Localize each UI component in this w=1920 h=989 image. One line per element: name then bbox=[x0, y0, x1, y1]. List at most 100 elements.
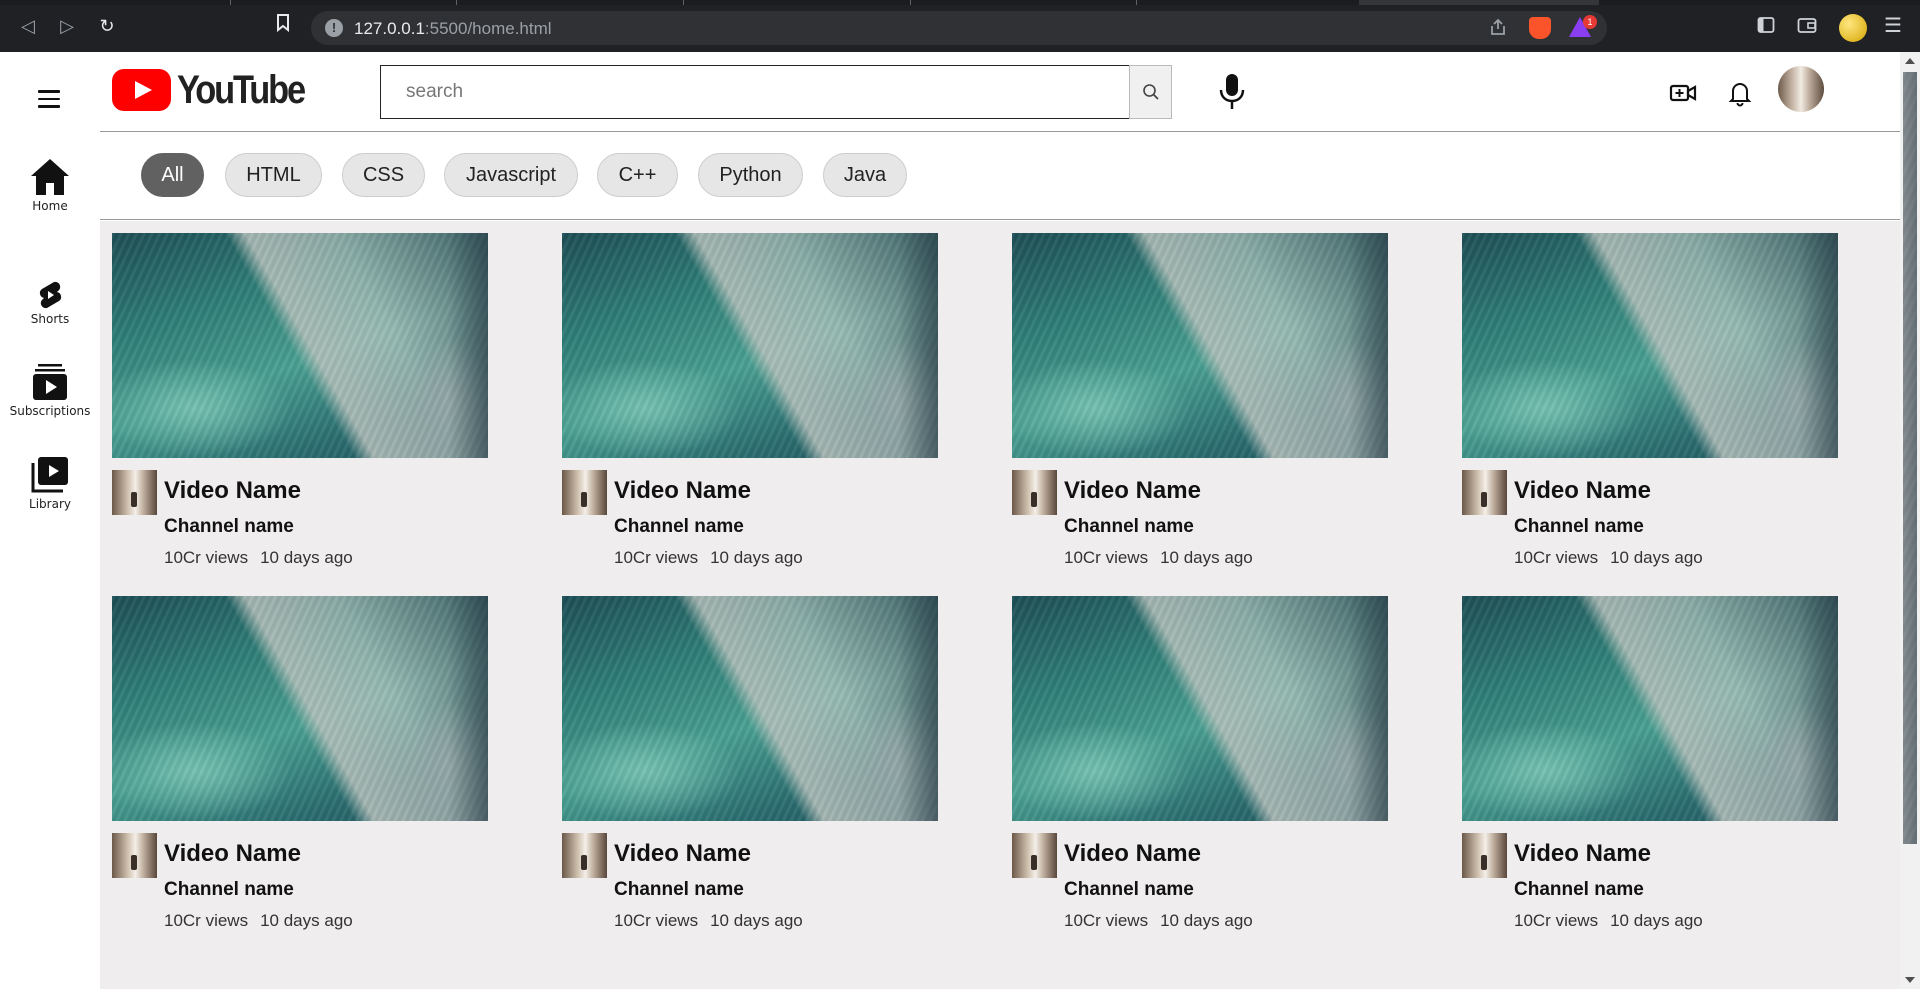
brave-shields-icon[interactable] bbox=[1529, 17, 1551, 39]
video-title[interactable]: Video Name bbox=[164, 477, 301, 505]
video-card[interactable]: Video Name Channel name 10Cr views 10 day… bbox=[1462, 596, 1838, 930]
video-thumbnail[interactable] bbox=[1012, 596, 1388, 821]
user-avatar[interactable] bbox=[1778, 66, 1824, 112]
chip-all[interactable]: All bbox=[141, 153, 204, 197]
channel-name[interactable]: Channel name bbox=[1514, 879, 1644, 901]
video-card[interactable]: Video Name Channel name 10Cr views 10 day… bbox=[112, 233, 488, 567]
video-thumbnail[interactable] bbox=[112, 233, 488, 458]
video-grid: Video Name Channel name 10Cr views 10 day… bbox=[100, 221, 1900, 989]
filter-chips-bar: All HTML CSS Javascript C++ Python Java bbox=[100, 132, 1900, 220]
view-count: 10Cr views bbox=[1514, 548, 1599, 567]
video-title[interactable]: Video Name bbox=[614, 477, 751, 505]
upload-age: 10 days ago bbox=[1610, 911, 1703, 930]
view-count: 10Cr views bbox=[164, 548, 249, 567]
url-text[interactable]: 127.0.0.1:5500/home.html bbox=[354, 19, 552, 39]
channel-avatar[interactable] bbox=[1462, 470, 1507, 515]
video-card[interactable]: Video Name Channel name 10Cr views 10 day… bbox=[562, 233, 938, 567]
video-card[interactable]: Video Name Channel name 10Cr views 10 day… bbox=[562, 596, 938, 930]
reload-icon[interactable]: ↻ bbox=[95, 14, 119, 38]
video-thumbnail[interactable] bbox=[562, 596, 938, 821]
browser-toolbar: ◁ ▷ ↻ ! 127.0.0.1:5500/home.html 1 ☰ bbox=[0, 0, 1920, 52]
site-info-icon[interactable]: ! bbox=[325, 19, 343, 37]
channel-name[interactable]: Channel name bbox=[614, 879, 744, 901]
upload-age: 10 days ago bbox=[1610, 548, 1703, 567]
channel-name[interactable]: Channel name bbox=[1064, 879, 1194, 901]
sidebar-item-subscriptions[interactable]: Subscriptions bbox=[0, 362, 100, 418]
search-input[interactable] bbox=[381, 66, 1129, 118]
channel-avatar[interactable] bbox=[112, 833, 157, 878]
share-icon[interactable] bbox=[1489, 18, 1509, 38]
video-thumbnail[interactable] bbox=[562, 233, 938, 458]
video-card[interactable]: Video Name Channel name 10Cr views 10 day… bbox=[1012, 596, 1388, 930]
search-button[interactable] bbox=[1129, 65, 1172, 119]
youtube-logo[interactable]: YouTube bbox=[112, 68, 325, 112]
search-box[interactable] bbox=[380, 65, 1130, 119]
channel-avatar[interactable] bbox=[112, 470, 157, 515]
video-title[interactable]: Video Name bbox=[164, 840, 301, 868]
video-meta: 10Cr views 10 days ago bbox=[1064, 911, 1253, 931]
channel-name[interactable]: Channel name bbox=[164, 879, 294, 901]
sidebar-item-library[interactable]: Library bbox=[0, 455, 100, 511]
active-tab[interactable] bbox=[1359, 0, 1599, 5]
notification-badge: 1 bbox=[1583, 15, 1597, 29]
chip-python[interactable]: Python bbox=[698, 153, 803, 197]
sidebar-toggle-icon[interactable] bbox=[1757, 16, 1775, 39]
video-thumbnail[interactable] bbox=[112, 596, 488, 821]
notifications-bell-icon[interactable] bbox=[1725, 78, 1755, 108]
video-thumbnail[interactable] bbox=[1462, 596, 1838, 821]
video-title[interactable]: Video Name bbox=[1064, 477, 1201, 505]
video-card[interactable]: Video Name Channel name 10Cr views 10 day… bbox=[1012, 233, 1388, 567]
scroll-up-icon[interactable] bbox=[1905, 58, 1915, 64]
channel-name[interactable]: Channel name bbox=[1064, 516, 1194, 538]
video-title[interactable]: Video Name bbox=[1514, 477, 1651, 505]
video-thumbnail[interactable] bbox=[1462, 233, 1838, 458]
channel-name[interactable]: Channel name bbox=[614, 516, 744, 538]
browser-menu-icon[interactable]: ☰ bbox=[1884, 13, 1902, 38]
chip-css[interactable]: CSS bbox=[342, 153, 425, 197]
channel-avatar[interactable] bbox=[562, 833, 607, 878]
chip-javascript[interactable]: Javascript bbox=[444, 153, 578, 197]
chip-java[interactable]: Java bbox=[823, 153, 907, 197]
browser-profile-avatar[interactable] bbox=[1839, 14, 1867, 42]
video-card[interactable]: Video Name Channel name 10Cr views 10 day… bbox=[1462, 233, 1838, 567]
view-count: 10Cr views bbox=[164, 911, 249, 930]
page-scrollbar[interactable] bbox=[1900, 52, 1920, 989]
bookmark-icon[interactable] bbox=[271, 14, 295, 38]
video-title[interactable]: Video Name bbox=[1514, 840, 1651, 868]
sidebar: Home Shorts Subscriptions Library bbox=[0, 132, 100, 989]
video-title[interactable]: Video Name bbox=[1064, 840, 1201, 868]
home-icon bbox=[29, 157, 71, 197]
video-thumbnail[interactable] bbox=[1012, 233, 1388, 458]
tab-strip bbox=[0, 0, 1920, 5]
upload-age: 10 days ago bbox=[710, 911, 803, 930]
sidebar-item-shorts[interactable]: Shorts bbox=[0, 280, 100, 326]
channel-name[interactable]: Channel name bbox=[164, 516, 294, 538]
video-title[interactable]: Video Name bbox=[614, 840, 751, 868]
forward-icon[interactable]: ▷ bbox=[55, 14, 79, 38]
chip-cpp[interactable]: C++ bbox=[597, 153, 678, 197]
scrollbar-thumb[interactable] bbox=[1903, 72, 1917, 844]
upload-age: 10 days ago bbox=[260, 911, 353, 930]
back-icon[interactable]: ◁ bbox=[16, 14, 40, 38]
hamburger-menu-icon[interactable] bbox=[38, 90, 60, 108]
sidebar-item-label: Subscriptions bbox=[9, 404, 91, 418]
create-video-icon[interactable] bbox=[1668, 78, 1698, 108]
channel-avatar[interactable] bbox=[562, 470, 607, 515]
channel-name[interactable]: Channel name bbox=[1514, 516, 1644, 538]
channel-avatar[interactable] bbox=[1462, 833, 1507, 878]
address-bar[interactable]: ! 127.0.0.1:5500/home.html 1 bbox=[311, 11, 1607, 45]
video-meta: 10Cr views 10 days ago bbox=[1514, 548, 1703, 568]
video-card[interactable]: Video Name Channel name 10Cr views 10 day… bbox=[112, 596, 488, 930]
subscriptions-icon bbox=[29, 362, 71, 402]
chip-html[interactable]: HTML bbox=[225, 153, 322, 197]
microphone-icon[interactable] bbox=[1214, 72, 1250, 112]
channel-avatar[interactable] bbox=[1012, 470, 1057, 515]
channel-avatar[interactable] bbox=[1012, 833, 1057, 878]
scroll-down-icon[interactable] bbox=[1905, 977, 1915, 983]
wallet-icon[interactable] bbox=[1797, 16, 1817, 39]
view-count: 10Cr views bbox=[614, 548, 699, 567]
library-icon bbox=[29, 455, 71, 495]
video-meta: 10Cr views 10 days ago bbox=[614, 911, 803, 931]
sidebar-item-home[interactable]: Home bbox=[0, 157, 100, 213]
youtube-page: YouTube Home Shorts bbox=[0, 52, 1900, 989]
